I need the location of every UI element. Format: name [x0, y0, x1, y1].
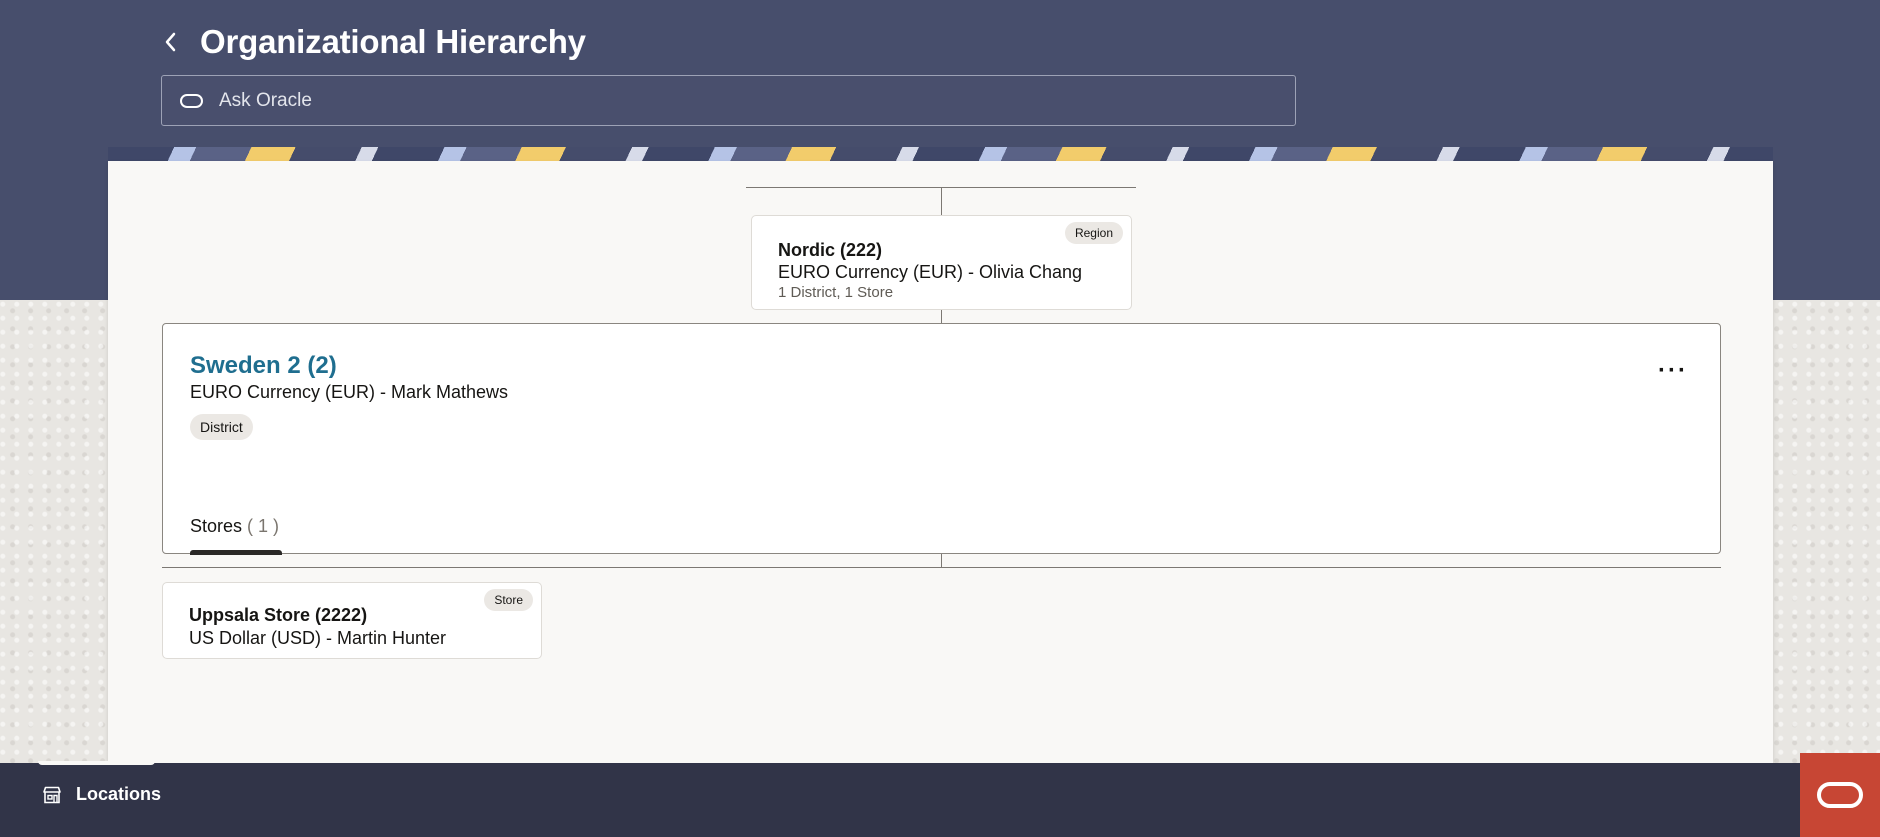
- district-type-badge: District: [190, 414, 253, 440]
- region-badge: Region: [1064, 222, 1123, 244]
- store-badge: Store: [484, 589, 533, 611]
- storefront-icon: [43, 786, 61, 803]
- oracle-logo-icon: [1817, 782, 1863, 808]
- tab-stores-count: ( 1 ): [247, 516, 280, 536]
- district-name-link[interactable]: Sweden 2 (2): [190, 352, 337, 380]
- tab-stores-label: Stores: [190, 516, 243, 536]
- ask-oracle-placeholder: Ask Oracle: [219, 89, 312, 111]
- district-node-card: Sweden 2 (2) EURO Currency (EUR) - Mark …: [162, 323, 1721, 555]
- oracle-logo-button[interactable]: [1800, 753, 1880, 837]
- more-actions-button[interactable]: ···: [1658, 359, 1688, 383]
- tab-selected-indicator: [190, 550, 282, 555]
- store-detail: US Dollar (USD) - Martin Hunter: [189, 628, 447, 648]
- region-detail: EURO Currency (EUR) - Olivia Chang: [778, 262, 1083, 282]
- store-name: Uppsala Store (2222): [189, 605, 368, 625]
- region-summary: 1 District, 1 Store: [778, 284, 894, 301]
- connector-top-vertical: [941, 187, 942, 215]
- store-node-card[interactable]: Store Uppsala Store (2222) US Dollar (US…: [162, 582, 542, 659]
- region-node-card[interactable]: Region Nordic (222) EURO Currency (EUR) …: [751, 215, 1132, 310]
- footer-tab-notch: [38, 761, 155, 765]
- oracle-pill-icon: [180, 93, 203, 108]
- connector-region-district: [941, 310, 942, 324]
- locations-label: Locations: [76, 784, 162, 804]
- chevron-left-icon: [165, 32, 176, 52]
- page-header: Organizational Hierarchy: [160, 22, 586, 62]
- footer-bar: [0, 763, 1880, 837]
- tab-stores[interactable]: Stores ( 1 ): [190, 516, 279, 554]
- back-button[interactable]: [160, 22, 182, 62]
- locations-button[interactable]: Locations: [42, 784, 161, 805]
- page-title: Organizational Hierarchy: [200, 23, 586, 60]
- region-name: Nordic (222): [778, 240, 883, 260]
- connector-stores-horizontal: [162, 567, 1721, 568]
- district-detail: EURO Currency (EUR) - Mark Mathews: [190, 382, 509, 402]
- connector-district-down: [941, 554, 942, 568]
- ask-oracle-input[interactable]: Ask Oracle: [161, 75, 1296, 126]
